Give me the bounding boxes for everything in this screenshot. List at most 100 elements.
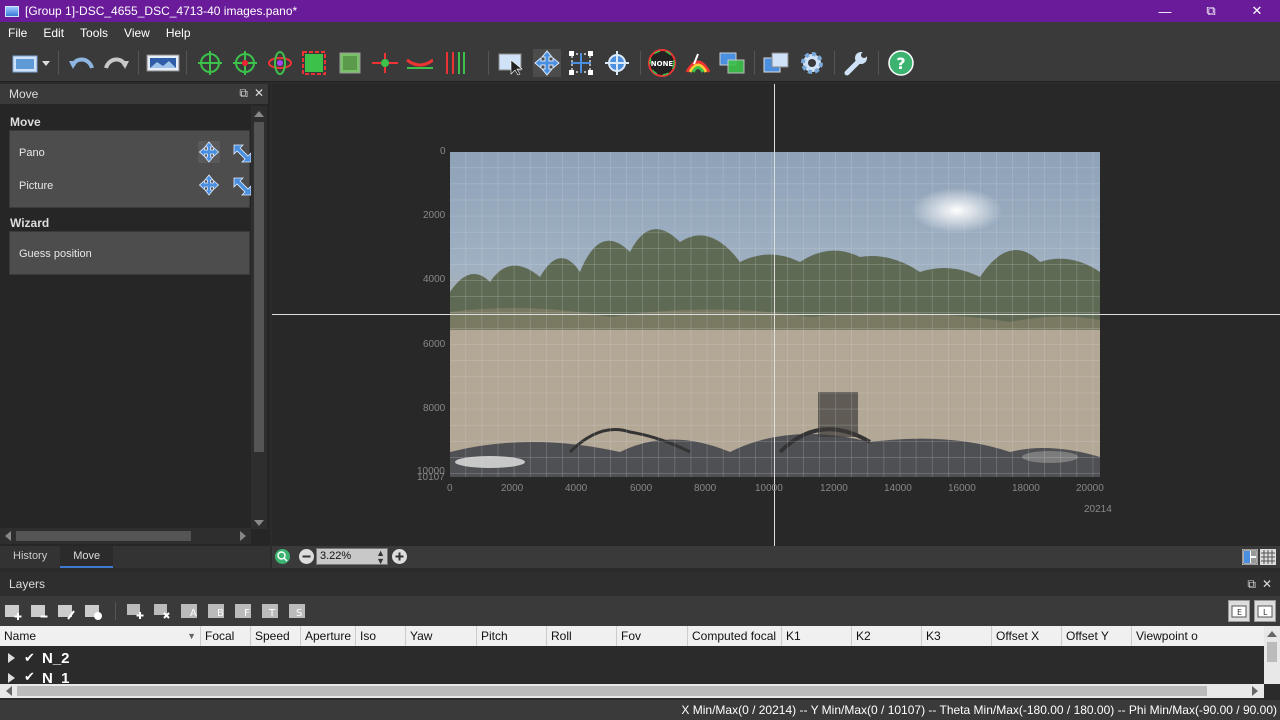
settings-icon[interactable] [798,49,826,77]
target-icon[interactable] [603,49,631,77]
menu-help[interactable]: Help [158,26,199,40]
render-icon[interactable] [762,49,790,77]
expand-arrow-icon[interactable] [8,653,15,663]
layer-s-icon[interactable]: S [287,601,307,621]
col-speed[interactable]: Speed [251,626,301,646]
edit-layer-icon[interactable] [57,601,77,621]
svg-text:L: L [1263,608,1268,617]
move-pano-icon[interactable] [198,141,220,163]
optimize-icon[interactable] [266,49,294,77]
layer-t-icon[interactable]: T [260,601,280,621]
panorama-viewport[interactable]: 0 2000 4000 6000 8000 10000 10107 0 2000… [272,84,1280,546]
expand-layers-icon[interactable]: E [1228,600,1250,622]
layer-row[interactable]: ✔ N_1 [0,668,1264,684]
move-icon[interactable] [533,49,561,77]
close-button[interactable]: ✕ [1234,0,1280,22]
col-iso[interactable]: Iso [356,626,406,646]
open-project-icon[interactable] [8,49,52,77]
mask-icon[interactable] [336,49,364,77]
y-tick: 6000 [423,339,446,350]
tab-move[interactable]: Move [60,546,114,568]
zoom-out-icon[interactable] [299,549,314,564]
layer-a-icon[interactable]: A [179,601,199,621]
color-balance-icon[interactable] [684,49,712,77]
layers-horizontal-scrollbar[interactable] [0,684,1264,698]
list-layers-icon[interactable]: L [1254,600,1276,622]
tools-icon[interactable] [842,49,870,77]
move-section-box: Pano Picture [9,130,252,208]
layers-vertical-scrollbar[interactable] [1264,626,1280,684]
delete-group-icon[interactable] [152,601,172,621]
svg-text:B: B [217,608,224,619]
expand-arrow-icon[interactable] [8,673,15,683]
horizon-icon[interactable] [371,49,399,77]
minimize-button[interactable]: — [1142,0,1188,22]
col-yaw[interactable]: Yaw [406,626,477,646]
col-aperture[interactable]: Aperture [301,626,356,646]
zoom-in-icon[interactable] [392,549,407,564]
panorama-icon[interactable] [146,49,180,77]
add-layer-icon[interactable] [4,601,24,621]
vertical-lines-icon[interactable] [440,49,468,77]
guess-position-button[interactable]: Guess position [19,248,92,260]
float-layers-icon[interactable]: ⧉ [1247,572,1256,596]
y-tick: 2000 [423,210,446,221]
panel-vertical-scrollbar[interactable] [251,106,267,529]
transform-icon[interactable] [567,49,595,77]
y-max-label: 10107 [417,472,445,483]
rotate-pano-icon[interactable] [230,141,252,163]
menu-tools[interactable]: Tools [72,26,116,40]
move-picture-icon[interactable] [198,174,220,196]
layer-row[interactable]: ✔ N_2 [0,648,1264,668]
toolbar: NONE ? [0,44,1280,82]
svg-text:?: ? [896,54,905,73]
tab-history[interactable]: History [0,546,60,568]
add-group-icon[interactable] [125,601,145,621]
col-name[interactable]: Name ▼ [0,626,201,646]
col-k2[interactable]: K2 [852,626,922,646]
col-pitch[interactable]: Pitch [477,626,547,646]
blend-icon[interactable] [718,49,746,77]
zoom-value-field[interactable]: 3.22% ▲ ▼ [316,548,388,566]
layer-b-icon[interactable]: B [206,601,226,621]
col-computed-focal[interactable]: Computed focal [688,626,782,646]
menu-edit[interactable]: Edit [35,26,72,40]
col-offset-x[interactable]: Offset X [992,626,1062,646]
control-points-icon[interactable] [196,49,224,77]
menu-file[interactable]: File [0,26,35,40]
undo-icon[interactable] [68,49,96,77]
layer-visible-checkbox[interactable]: ✔ [24,670,38,684]
split-view-icon[interactable] [1242,549,1258,565]
col-k1[interactable]: K1 [782,626,852,646]
close-layers-icon[interactable]: ✕ [1262,572,1272,596]
x-tick: 16000 [948,483,976,494]
zoom-spinner-icon[interactable]: ▲ ▼ [376,549,385,566]
layer-f-icon[interactable]: F [233,601,253,621]
select-icon[interactable] [497,49,525,77]
layer-settings-icon[interactable] [84,601,104,621]
panel-horizontal-scrollbar[interactable] [0,528,251,544]
col-k3[interactable]: K3 [922,626,992,646]
col-viewpoint[interactable]: Viewpoint o [1132,626,1264,646]
add-control-point-icon[interactable] [231,49,259,77]
layers-panel-header: Layers ⧉ ✕ [0,572,1280,596]
col-roll[interactable]: Roll [547,626,617,646]
crop-icon[interactable] [300,49,328,77]
maximize-button[interactable]: ⧉ [1188,0,1234,22]
col-fov[interactable]: Fov [617,626,688,646]
zoom-fit-icon[interactable] [275,549,290,564]
layers-list: ✔ N_2 ✔ N_1 [0,646,1264,684]
close-panel-icon[interactable]: ✕ [254,86,264,101]
rotate-picture-icon[interactable] [230,174,252,196]
straighten-icon[interactable] [405,49,433,77]
remove-layer-icon[interactable] [30,601,50,621]
layer-visible-checkbox[interactable]: ✔ [24,651,38,665]
menu-view[interactable]: View [116,26,158,40]
color-none-icon[interactable]: NONE [648,49,676,77]
redo-icon[interactable] [102,49,130,77]
help-icon[interactable]: ? [887,49,915,77]
col-offset-y[interactable]: Offset Y [1062,626,1132,646]
grid-view-icon[interactable] [1260,549,1276,565]
float-panel-icon[interactable]: ⧉ [239,86,248,101]
col-focal[interactable]: Focal [201,626,251,646]
